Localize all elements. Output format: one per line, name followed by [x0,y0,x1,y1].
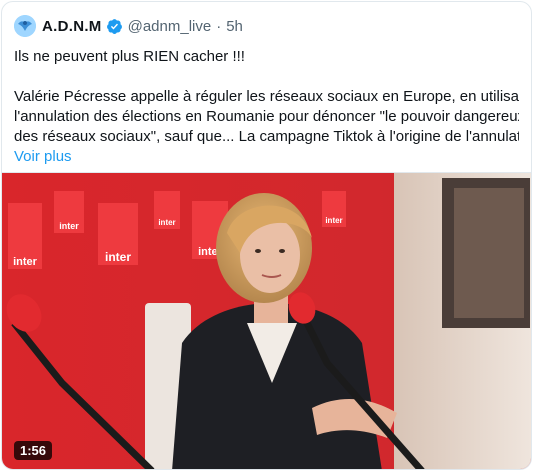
avatar[interactable] [14,15,36,37]
wall-logo-text: inter [105,250,131,264]
separator-dot: · [216,17,222,35]
wall-logo-text: inter [13,256,38,268]
video-duration-badge: 1:56 [14,441,53,460]
tweet-text-line: des réseaux sociaux", sauf que... La cam… [14,128,519,145]
video-frame: inter inter inter inter inter inter [2,173,531,469]
wall-logo-text: inter [325,216,342,225]
tweet-text-line: Ils ne peuvent plus RIEN cacher !!! [14,48,245,65]
tweet-card[interactable]: A.D.N.M @adnm_live · 5h Ils ne peuvent p… [1,1,532,470]
tweet-text: Ils ne peuvent plus RIEN cacher !!! Valé… [14,47,519,167]
tweet-time[interactable]: 5h [226,18,243,35]
wall-logo-text: inter [59,221,79,231]
video-player[interactable]: inter inter inter inter inter inter 1:56 [2,172,531,469]
show-more-link[interactable]: Voir plus [14,147,519,167]
author-handle[interactable]: @adnm_live [128,18,212,35]
tweet-header: A.D.N.M @adnm_live · 5h [14,15,243,37]
tweet-text-line: Valérie Pécresse appelle à réguler les r… [14,88,519,105]
verified-badge-icon [106,18,122,34]
wall-logo-text: inter [158,218,175,227]
author-name[interactable]: A.D.N.M [42,18,102,35]
tweet-text-line: l'annulation des élections en Roumanie p… [14,108,519,125]
